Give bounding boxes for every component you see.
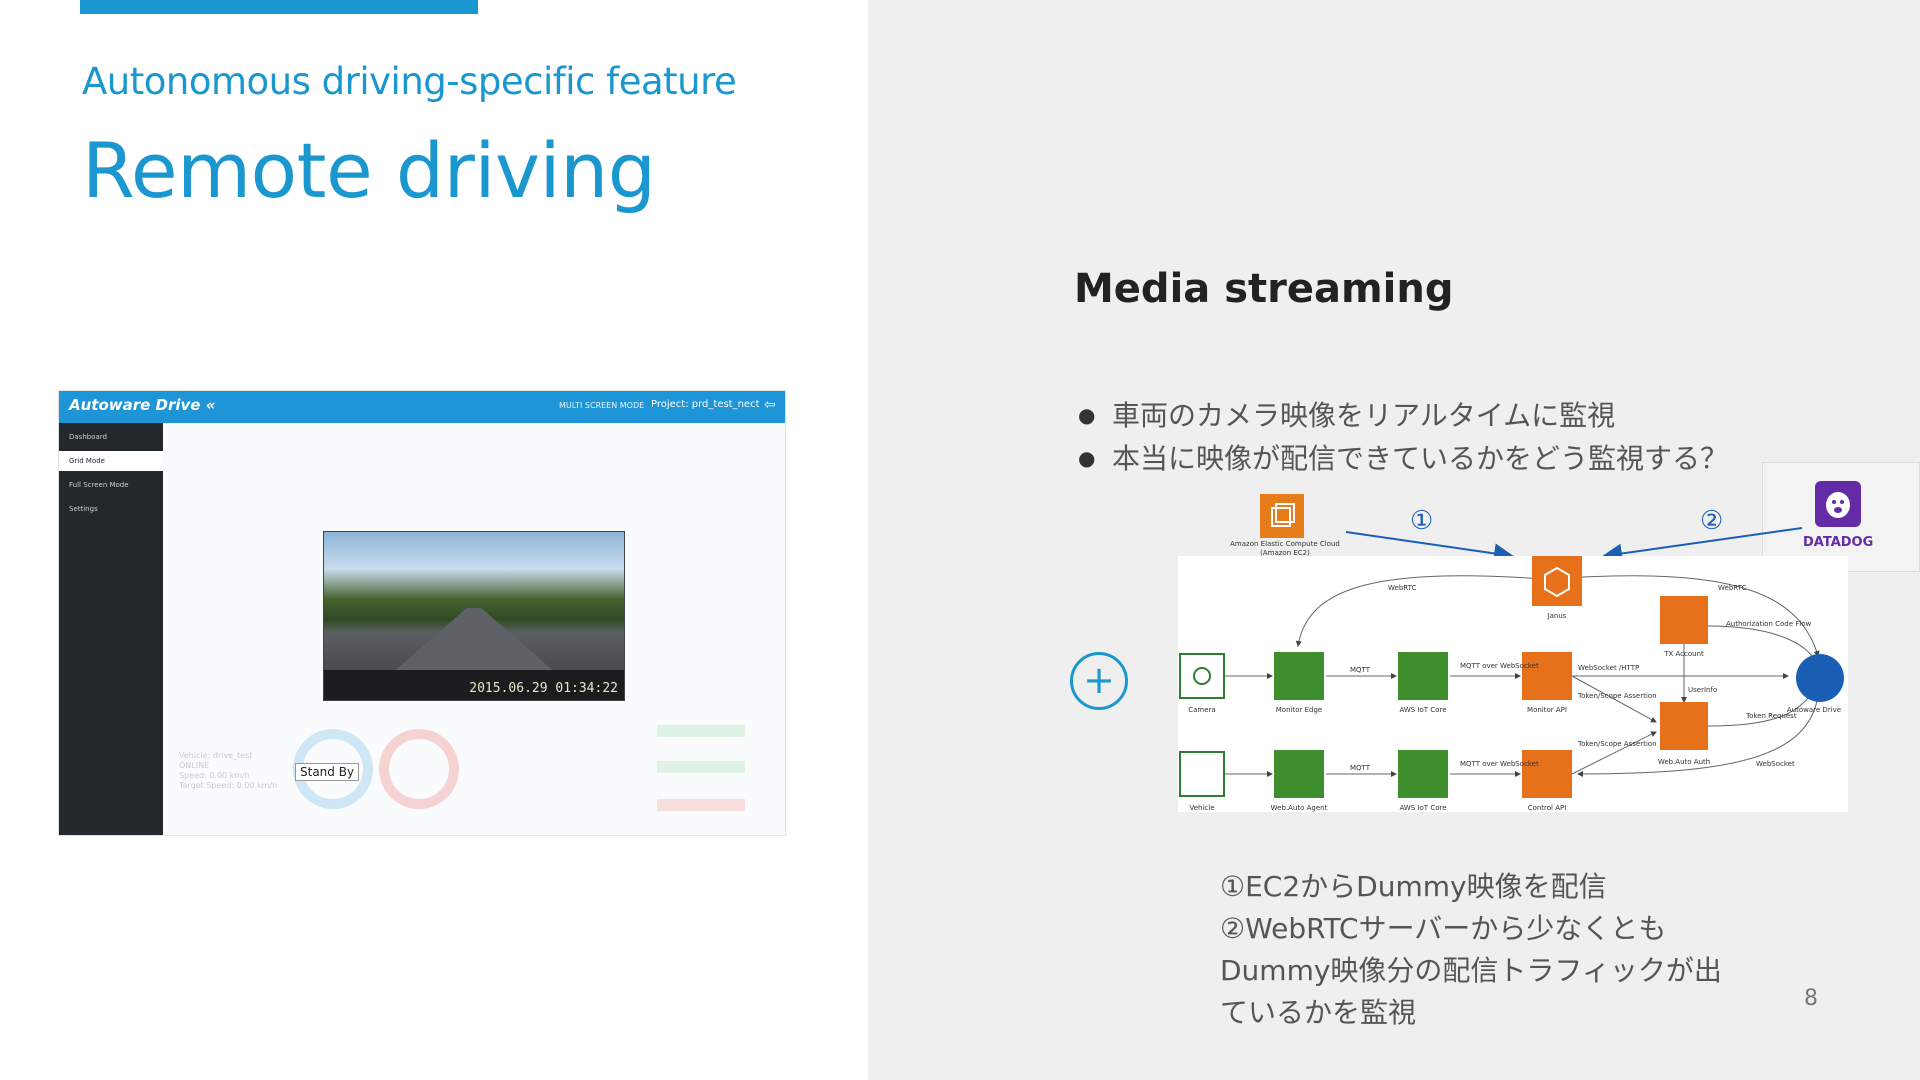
page-number: 8 — [1804, 986, 1818, 1011]
node-label-tx-account: TX Account — [1663, 650, 1704, 658]
autoware-drive-icon — [1796, 654, 1844, 702]
note-line: ①EC2からDummy映像を配信 — [1220, 870, 1607, 903]
note-line: Dummy映像分の配信トラフィックが出 — [1220, 954, 1722, 987]
bullet-dot-icon: ● — [1078, 403, 1096, 427]
node-label-web-auto-auth: Web.Auto Auth — [1658, 758, 1710, 766]
slide-kicker: Autonomous driving-specific feature — [82, 60, 737, 103]
marker-2: ② — [1700, 506, 1724, 536]
accent-bar — [80, 0, 478, 14]
node-label-monitor-api: Monitor API — [1527, 706, 1567, 714]
bullet-dot-icon: ● — [1078, 446, 1096, 470]
monitor-api-icon — [1522, 652, 1572, 700]
edge-label: WebSocket — [1756, 760, 1795, 768]
edge-webrtc-left — [1295, 575, 1559, 647]
vehicle-icon — [1179, 751, 1225, 797]
camera-video: 2015.06.29 01:34:22 — [323, 531, 625, 701]
edge-label: Token Request — [1745, 712, 1797, 720]
standby-label: Stand By — [295, 763, 360, 781]
app-logo: Autoware Drive « — [69, 396, 216, 414]
app-sidebar: Dashboard Grid Mode Full Screen Mode Set… — [59, 423, 163, 835]
note-line: ているかを監視 — [1220, 996, 1417, 1029]
bullet-list: ● 車両のカメラ映像をリアルタイムに監視 ● 本当に映像が配信できているかをどう… — [1078, 394, 1728, 480]
status-block — [657, 799, 745, 811]
marker-1: ① — [1410, 506, 1434, 536]
vehicle-info-line: Target Speed: 0.00 km/h — [179, 781, 278, 790]
app-mode-label: MULTI SCREEN MODE — [559, 401, 645, 410]
bullet-text: 本当に映像が配信できているかをどう監視する？ — [1112, 442, 1729, 475]
bullet-item: ● 本当に映像が配信できているかをどう監視する？ — [1078, 437, 1728, 480]
sidebar-item-full-screen: Full Screen Mode — [69, 481, 129, 489]
note-line: ②WebRTCサーバーから少なくとも — [1220, 912, 1667, 945]
section-heading: Media streaming — [1074, 266, 1454, 312]
app-project-label: Project: prd_test_nect — [651, 399, 760, 410]
janus-icon — [1532, 556, 1582, 606]
sidebar-item-settings: Settings — [69, 505, 98, 513]
slide: Autonomous driving-specific feature Remo… — [0, 0, 1920, 1080]
bullet-text: 車両のカメラ映像をリアルタイムに監視 — [1112, 399, 1616, 432]
vehicle-info-line: Speed: 0.00 km/h — [179, 771, 250, 780]
edge-label: WebRTC — [1388, 584, 1416, 592]
node-label-camera: Camera — [1188, 706, 1215, 714]
edge-label: MQTT over WebSocket — [1460, 662, 1539, 670]
edge-label: UserInfo — [1688, 686, 1717, 694]
node-label-vehicle: Vehicle — [1189, 804, 1214, 812]
sidebar-item-grid-mode: Grid Mode — [59, 451, 163, 471]
node-label-iot-core: AWS IoT Core — [1399, 706, 1446, 714]
edge-label: MQTT over WebSocket — [1460, 760, 1539, 768]
edge-label: Token/Scope Assertion — [1577, 740, 1657, 748]
status-block — [657, 761, 745, 773]
video-timestamp: 2015.06.29 01:34:22 — [469, 681, 618, 696]
node-label-control-api: Control API — [1528, 804, 1567, 812]
node-label-iot-core: AWS IoT Core — [1399, 804, 1446, 812]
control-api-icon — [1522, 750, 1572, 798]
note-block: ①EC2からDummy映像を配信 ②WebRTCサーバーから少なくとも Dumm… — [1220, 866, 1722, 1034]
camera-icon — [1179, 653, 1225, 699]
autoware-screenshot: Autoware Drive « MULTI SCREEN MODE Proje… — [58, 390, 786, 836]
node-label-web-auto-agent: Web.Auto Agent — [1271, 804, 1328, 812]
iot-core-icon — [1398, 652, 1448, 700]
tx-account-icon — [1660, 596, 1708, 644]
node-label-monitor-edge: Monitor Edge — [1276, 706, 1322, 714]
exit-icon: ⇦ — [764, 397, 776, 413]
bullet-item: ● 車両のカメラ映像をリアルタイムに監視 — [1078, 394, 1728, 437]
datadog-label: DATADOG — [1803, 535, 1874, 550]
datadog-icon — [1815, 481, 1861, 527]
ec2-icon — [1260, 494, 1304, 538]
plus-icon: + — [1070, 652, 1128, 710]
sidebar-item-dashboard: Dashboard — [69, 433, 107, 441]
iot-core-icon — [1398, 750, 1448, 798]
vehicle-info: Vehicle: drive_test ONLINE Speed: 0.00 k… — [179, 751, 277, 791]
gauge-icon — [379, 729, 459, 809]
slide-title: Remote driving — [82, 126, 656, 215]
monitor-edge-icon — [1274, 652, 1324, 700]
edge-label: Token/Scope Assertion — [1577, 692, 1657, 700]
vehicle-info-line: Vehicle: drive_test — [179, 751, 253, 760]
status-block — [657, 725, 745, 737]
web-auto-auth-icon — [1660, 702, 1708, 750]
vehicle-info-line: ONLINE — [179, 761, 210, 770]
edge-label: WebSocket /HTTP — [1578, 664, 1639, 672]
left-pane: Autonomous driving-specific feature Remo… — [0, 0, 868, 1080]
edge-label: Authorization Code Flow — [1726, 620, 1812, 628]
edge-label: MQTT — [1350, 764, 1371, 772]
node-label-janus: Janus — [1547, 612, 1567, 620]
architecture-diagram: Janus Camera Monitor Edge AWS IoT Core M… — [1178, 556, 1848, 812]
app-header: Autoware Drive « MULTI SCREEN MODE Proje… — [59, 391, 785, 423]
app-main: 2015.06.29 01:34:22 Vehicle: drive_test … — [163, 423, 785, 835]
edge-label: WebRTC — [1718, 584, 1746, 592]
edge-label: MQTT — [1350, 666, 1371, 674]
web-auto-agent-icon — [1274, 750, 1324, 798]
diagram-svg: Janus Camera Monitor Edge AWS IoT Core M… — [1179, 556, 1844, 812]
